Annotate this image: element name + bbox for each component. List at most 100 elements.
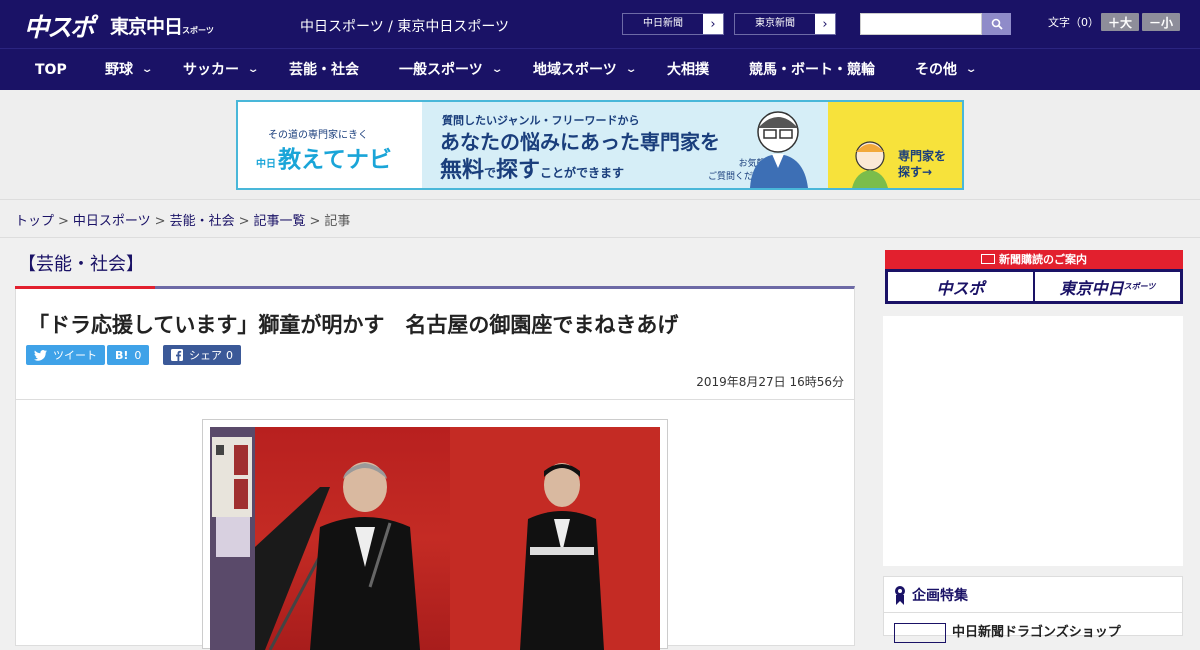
tokyo-logo-small: スポーツ bbox=[182, 26, 214, 35]
oshiete-navi-banner[interactable]: その道の専門家にきく 中日教えてナビ 質問したいジャンル・フリーワードから あな… bbox=[236, 100, 964, 190]
subscription-heading-text: 新聞購読のご案内 bbox=[999, 253, 1087, 266]
chuspo-logo[interactable]: 中スポ bbox=[24, 8, 95, 44]
banner-sagasu: 探す bbox=[496, 158, 541, 183]
font-size-label: 文字（0） bbox=[1048, 16, 1099, 29]
nav-label: その他 bbox=[915, 62, 957, 78]
font-bigger-button[interactable]: ＋大 bbox=[1101, 13, 1139, 31]
subscribe-chuspo-button[interactable]: 中スポ bbox=[888, 272, 1033, 301]
banner-left: その道の専門家にきく 中日教えてナビ bbox=[238, 102, 422, 188]
facebook-icon bbox=[171, 349, 183, 361]
banner-tagline: その道の専門家にきく bbox=[268, 130, 368, 141]
chevron-down-icon: ⌄ bbox=[246, 64, 260, 75]
facebook-label: シェア bbox=[189, 349, 222, 362]
tweet-label: ツイート bbox=[53, 349, 97, 362]
chunichi-shimbun-link[interactable]: 中日新聞 › bbox=[622, 13, 724, 35]
article-divider bbox=[16, 399, 854, 400]
dragons-shop-link[interactable]: 中日新聞ドラゴンズショップ bbox=[952, 621, 1121, 640]
article-photo-frame bbox=[202, 419, 668, 650]
search-input[interactable] bbox=[860, 13, 982, 35]
tokyo-shimbun-link[interactable]: 東京新聞 › bbox=[734, 13, 836, 35]
hatena-bookmark-button[interactable]: B! 0 bbox=[107, 345, 150, 365]
article-card: 「ドラ応援しています」獅童が明かす 名古屋の御園座でまねきあげ ツイート B! … bbox=[15, 286, 855, 650]
nav-label: 一般スポーツ bbox=[399, 62, 483, 78]
breadcrumb-chunichi-sports[interactable]: 中日スポーツ bbox=[73, 214, 151, 229]
chunichi-shimbun-label: 中日新聞 bbox=[623, 14, 703, 34]
tweet-button[interactable]: ツイート bbox=[26, 345, 105, 365]
category-title: 【芸能・社会】 bbox=[18, 254, 144, 275]
search-icon bbox=[991, 18, 1003, 30]
photo-scene-illustration bbox=[210, 427, 660, 650]
subscribe-tokyo-chunichi-button[interactable]: 東京中日 スポーツ bbox=[1035, 272, 1180, 301]
banner-dekimasu: ことができます bbox=[540, 166, 625, 180]
tokyo-shimbun-label: 東京新聞 bbox=[735, 14, 815, 34]
banner-line3: 無料で探すことができます bbox=[440, 152, 624, 184]
nav-item-other[interactable]: その他 ⌄ bbox=[915, 49, 977, 91]
main-nav: TOP 野球 ⌄ サッカー ⌄ 芸能・社会 一般スポーツ ⌄ 地域スポーツ ⌄ 大相撲 … bbox=[0, 48, 1200, 90]
nav-item-soccer[interactable]: サッカー ⌄ bbox=[183, 49, 260, 91]
consultant-illustration-icon bbox=[750, 111, 808, 188]
breadcrumb-entertainment[interactable]: 芸能・社会 bbox=[170, 214, 235, 229]
chevron-down-icon: ⌄ bbox=[624, 64, 638, 75]
banner-cta1: 専門家を bbox=[898, 149, 947, 163]
nav-label: 地域スポーツ bbox=[533, 62, 617, 78]
banner-free: 無料 bbox=[440, 158, 485, 183]
ribbon-icon bbox=[895, 585, 905, 605]
twitter-icon bbox=[34, 349, 47, 361]
subscribe-chuspo-label: 中スポ bbox=[936, 278, 985, 298]
search-button[interactable] bbox=[982, 13, 1011, 35]
breadcrumb-top[interactable]: トップ bbox=[15, 214, 54, 229]
category-accent-bar bbox=[15, 286, 155, 289]
subscribe-tokyo-small: スポーツ bbox=[1123, 282, 1156, 291]
nav-label: 競馬・ボート・競輪 bbox=[749, 62, 875, 78]
article-date: 2019年8月27日 16時56分 bbox=[696, 375, 844, 389]
banner-brand: 中日教えてナビ bbox=[256, 140, 392, 174]
nav-label: 野球 bbox=[105, 62, 133, 78]
feature-box: 企画特集 中日新聞ドラゴンズショップ bbox=[883, 576, 1183, 643]
tokyo-chunichi-logo[interactable]: 東京中日スポーツ bbox=[110, 12, 214, 39]
breadcrumb-current: 記事 bbox=[324, 214, 351, 229]
article-photo bbox=[210, 427, 660, 650]
feature-heading: 企画特集 bbox=[884, 577, 1182, 613]
chevron-down-icon: ⌄ bbox=[140, 64, 154, 75]
banner-middle: 質問したいジャンル・フリーワードから あなたの悩みにあった専門家を 無料で探すこ… bbox=[422, 102, 828, 188]
banner-line2: あなたの悩みにあった専門家を bbox=[440, 130, 720, 154]
chevron-right-icon: › bbox=[822, 16, 828, 32]
hatena-icon: B! bbox=[115, 348, 129, 362]
nav-item-sumo[interactable]: 大相撲 bbox=[667, 49, 709, 91]
subscription-box: 新聞購読のご案内 中スポ 東京中日 スポーツ bbox=[885, 250, 1183, 304]
site-title: 中日スポーツ / 東京中日スポーツ bbox=[300, 19, 510, 35]
feature-heading-text: 企画特集 bbox=[912, 587, 968, 604]
top-header: 中スポ 東京中日スポーツ 中日スポーツ / 東京中日スポーツ 中日新聞 › 東京… bbox=[0, 0, 1200, 48]
breadcrumb: トップ > 中日スポーツ > 芸能・社会 > 記事一覧 > 記事 bbox=[0, 200, 1200, 238]
breadcrumb-separator: > bbox=[238, 214, 250, 229]
nav-label: 芸能・社会 bbox=[289, 62, 359, 78]
nav-item-baseball[interactable]: 野球 ⌄ bbox=[105, 49, 154, 91]
facebook-share-button[interactable]: シェア 0 bbox=[163, 345, 241, 365]
breadcrumb-article-list[interactable]: 記事一覧 bbox=[254, 214, 306, 229]
subscribe-tokyo-label: 東京中日 bbox=[1059, 278, 1124, 298]
nav-item-racing[interactable]: 競馬・ボート・競輪 bbox=[749, 49, 875, 91]
subscription-heading: 新聞購読のご案内 bbox=[885, 250, 1183, 269]
banner-cta: 専門家を探す→ bbox=[828, 102, 962, 188]
nav-item-local-sports[interactable]: 地域スポーツ ⌄ bbox=[533, 49, 638, 91]
person-illustration-icon bbox=[852, 141, 888, 188]
breadcrumb-separator: > bbox=[154, 214, 166, 229]
banner-cta2: 探す→ bbox=[898, 165, 933, 179]
font-smaller-button[interactable]: －小 bbox=[1142, 13, 1180, 31]
banner-brand-prefix: 中日 bbox=[256, 159, 276, 170]
tokyo-logo-text: 東京中日 bbox=[110, 16, 183, 38]
chevron-down-icon: ⌄ bbox=[490, 64, 504, 75]
sidebar-ad-slot bbox=[883, 316, 1183, 566]
banner-cta-text: 専門家を探す→ bbox=[898, 148, 946, 180]
nav-label: サッカー bbox=[183, 62, 239, 78]
dragons-shop-thumbnail[interactable] bbox=[894, 623, 946, 643]
article-headline: 「ドラ応援しています」獅童が明かす 名古屋の御園座でまねきあげ bbox=[28, 313, 679, 337]
breadcrumb-separator: > bbox=[309, 214, 321, 229]
nav-item-general-sports[interactable]: 一般スポーツ ⌄ bbox=[399, 49, 504, 91]
nav-label: TOP bbox=[35, 62, 67, 78]
nav-label: 大相撲 bbox=[667, 62, 709, 78]
ad-banner-area: その道の専門家にきく 中日教えてナビ 質問したいジャンル・フリーワードから あな… bbox=[0, 90, 1200, 200]
nav-item-top[interactable]: TOP bbox=[35, 49, 67, 91]
nav-item-entertainment[interactable]: 芸能・社会 bbox=[289, 49, 359, 91]
banner-brand-name: 教えてナビ bbox=[278, 147, 392, 173]
